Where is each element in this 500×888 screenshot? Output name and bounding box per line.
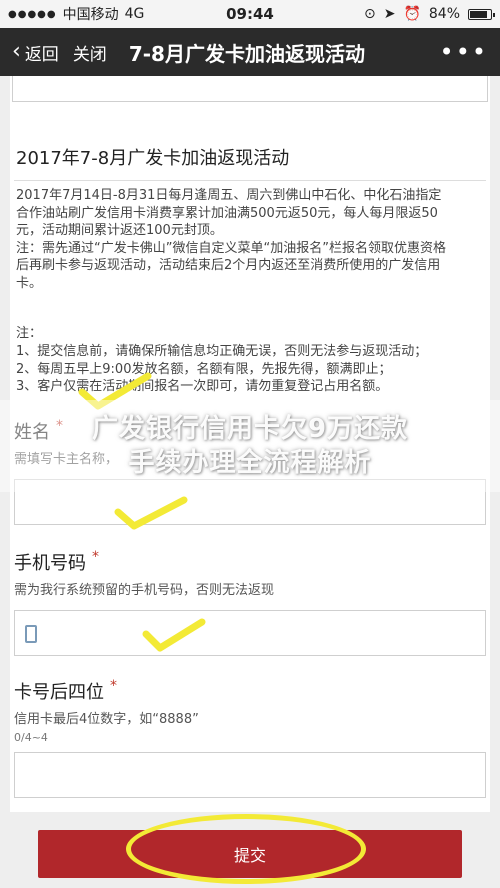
close-button[interactable]: 关闭 [73, 40, 107, 65]
card-char-counter: 0/4~4 [14, 730, 48, 744]
desc-line: 合作油站刷广发信用卡消费享累计加油满500元返50元，每人每月限返50 [16, 205, 438, 221]
phone-label: 手机号码 * [14, 549, 486, 575]
phone-label-text: 手机号码 [14, 552, 86, 574]
form-card: 2017年7-8月广发卡加油返现活动 2017年7月14日-8月31日每月逢周五… [10, 76, 490, 812]
phone-help: 需为我行系统预留的手机号码，否则无法返现 [14, 582, 275, 598]
name-field-group: 姓名 * 需填写卡主名称， [14, 418, 486, 525]
desc-line: 注：需先通过“广发卡佛山”微信自定义菜单“加油报名”栏报名领取优惠资格 [16, 240, 446, 256]
carrier-label: 中国移动 [62, 7, 119, 23]
required-mark: * [56, 417, 63, 434]
activity-title: 2017年7-8月广发卡加油返现活动 [14, 102, 486, 181]
status-left: ●●●●● 中国移动 4G [8, 4, 364, 24]
back-button[interactable]: ‹ 返回 [12, 40, 59, 65]
desc-line: 卡。 [16, 275, 43, 291]
battery-percent: 84% [428, 6, 460, 22]
activity-description: 2017年7月14日-8月31日每月逢周五、周六到佛山中石化、中化石油指定 合作… [14, 181, 486, 292]
chevron-left-icon: ‹ [12, 39, 21, 64]
check-mark-icon [78, 372, 152, 410]
name-label: 姓名 * [14, 418, 486, 444]
phone-icon [25, 624, 37, 643]
notes-header: 注： [16, 326, 43, 341]
back-label: 返回 [24, 44, 59, 65]
footer: 提交 [0, 812, 500, 888]
page-title: 7-8月广发卡加油返现活动 [128, 41, 365, 66]
required-mark: * [92, 548, 99, 565]
status-bar: ●●●●● 中国移动 4G 09:44 ⊙ ➤ ⏰ 84% [0, 0, 500, 28]
card-last4-input[interactable] [14, 751, 486, 798]
card-field-group: 卡号后四位 * 信用卡最后4位数字，如“8888” 0/4~4 [14, 678, 486, 798]
signal-dots-icon: ●●●●● [8, 8, 57, 20]
name-label-text: 姓名 [14, 421, 50, 443]
desc-line: 后再刷卡参与返现活动，活动结束后2个月内返还至消费所使用的广发信用 [16, 258, 441, 273]
page-content: 2017年7-8月广发卡加油返现活动 2017年7月14日-8月31日每月逢周五… [0, 76, 500, 812]
note-item: 1、提交信息前，请确保所输信息均正确无误，否则无法参与返现活动； [16, 344, 428, 359]
phone-input[interactable] [14, 609, 486, 656]
check-mark-icon [114, 496, 188, 530]
required-mark: * [110, 677, 117, 694]
name-help: 需填写卡主名称， [14, 451, 119, 467]
submit-button[interactable]: 提交 [38, 830, 462, 878]
phone-field-group: 手机号码 * 需为我行系统预留的手机号码，否则无法返现 [14, 549, 486, 656]
card-label: 卡号后四位 * [14, 678, 486, 704]
desc-line: 元，活动期间累计返还100元封顶。 [16, 223, 223, 238]
battery-icon [468, 8, 495, 20]
check-mark-icon [142, 618, 206, 652]
lock-rotation-icon: ⊙ [363, 6, 376, 22]
status-right: ⊙ ➤ ⏰ 84% [363, 6, 495, 22]
more-dots-icon[interactable]: ••• [440, 38, 488, 66]
nav-bar: ‹ 返回 关闭 7-8月广发卡加油返现活动 ••• [0, 28, 500, 76]
desc-line: 2017年7月14日-8月31日每月逢周五、周六到佛山中石化、中化石油指定 [16, 188, 442, 203]
name-input[interactable] [14, 478, 486, 525]
network-label: 4G [124, 6, 145, 22]
alarm-icon: ⏰ [403, 6, 421, 22]
card-help: 信用卡最后4位数字，如“8888” [14, 711, 199, 727]
previous-input-field[interactable] [12, 76, 488, 102]
card-label-text: 卡号后四位 [14, 681, 104, 703]
location-arrow-icon: ➤ [383, 6, 396, 22]
